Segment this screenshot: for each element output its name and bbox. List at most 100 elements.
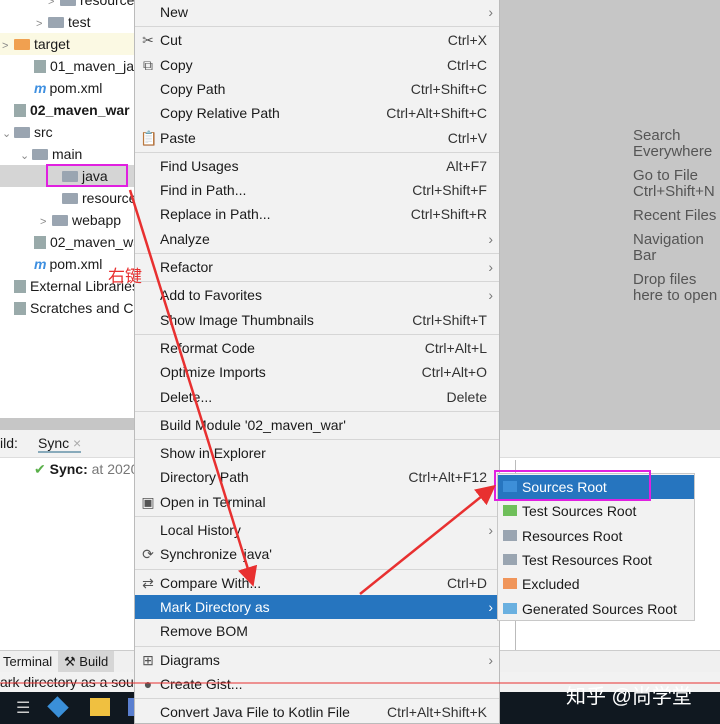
tree-item[interactable]: External Libraries bbox=[0, 275, 134, 297]
folder-icon bbox=[14, 127, 30, 138]
menu-item[interactable]: Add to Favorites › bbox=[135, 283, 499, 307]
menu-item-label: Remove BOM bbox=[160, 623, 248, 640]
menu-item-label: Delete... bbox=[160, 388, 213, 405]
tree-item[interactable]: 02_maven_war.iml bbox=[0, 231, 134, 253]
menu-item[interactable]: ⟳ Synchronize 'java' bbox=[135, 542, 499, 566]
menu-item-label: Cut bbox=[160, 32, 182, 49]
menu-separator bbox=[135, 26, 499, 28]
menu-item[interactable]: Local History › bbox=[135, 518, 499, 542]
tree-item[interactable]: resource bbox=[0, 187, 134, 209]
menu-item-shortcut: Ctrl+Alt+Shift+K bbox=[387, 704, 487, 721]
tree-item-label: resource bbox=[82, 190, 134, 206]
menu-item[interactable]: Show in Explorer bbox=[135, 441, 499, 465]
menu-item[interactable]: Remove BOM bbox=[135, 619, 499, 643]
tree-item[interactable]: ⌄ src bbox=[0, 121, 134, 143]
tree-item[interactable]: m pom.xml bbox=[0, 253, 134, 275]
excluded-folder-icon bbox=[14, 39, 30, 50]
build-tab-label: Build bbox=[79, 654, 109, 669]
project-tree: >resource>test>target01_maven_jar.imlmpo… bbox=[0, 0, 134, 418]
tree-item-label: pom.xml bbox=[49, 256, 103, 272]
app-icon[interactable] bbox=[47, 696, 69, 718]
tree-item[interactable]: 02_maven_war D bbox=[0, 99, 134, 121]
terminal-tab[interactable]: Terminal bbox=[3, 654, 52, 669]
build-tab[interactable]: ⚒ Build bbox=[58, 651, 115, 672]
submenu-item[interactable]: Excluded bbox=[498, 572, 694, 596]
editor-hints: Search Everywhere Go to File Ctrl+Shift+N… bbox=[633, 128, 720, 304]
expand-arrow-icon[interactable]: > bbox=[36, 13, 48, 35]
menu-item-label: Copy Relative Path bbox=[160, 105, 280, 122]
menu-item-shortcut: Alt+F7 bbox=[446, 157, 487, 174]
menu-item[interactable]: ⧉ Copy Ctrl+C bbox=[135, 53, 499, 77]
context-menu: New › ✂ Cut Ctrl+X ⧉ Copy Ctrl+C Copy Path Ctrl+S… bbox=[134, 0, 500, 724]
menu-item[interactable]: Delete... Delete bbox=[135, 385, 499, 409]
menu-item-label: Build Module '02_maven_war' bbox=[160, 416, 346, 433]
tab-sync-label: Sync bbox=[38, 435, 70, 451]
submenu-item[interactable]: Test Resources Root bbox=[498, 548, 694, 572]
menu-item-label: Analyze bbox=[160, 230, 210, 247]
menu-item[interactable]: Copy Relative Path Ctrl+Alt+Shift+C bbox=[135, 101, 499, 125]
submenu-item[interactable]: Test Sources Root bbox=[498, 499, 694, 523]
folder-icon bbox=[32, 149, 48, 160]
tree-item[interactable]: ⌄ main bbox=[0, 143, 134, 165]
tab-sync[interactable]: Sync × bbox=[38, 435, 82, 453]
menu-item[interactable]: Convert Java File to Kotlin File Ctrl+Alt… bbox=[135, 700, 499, 724]
tree-item[interactable]: m pom.xml bbox=[0, 77, 134, 99]
submenu-item[interactable]: Generated Sources Root bbox=[498, 597, 694, 621]
menu-item-shortcut: Ctrl+Shift+T bbox=[412, 311, 487, 328]
menu-separator bbox=[135, 698, 499, 700]
menu-item[interactable]: Analyze › bbox=[135, 227, 499, 251]
menu-item[interactable]: Refactor › bbox=[135, 255, 499, 279]
task-view-icon[interactable]: ☰ bbox=[16, 698, 30, 718]
menu-separator bbox=[135, 439, 499, 441]
menu-item[interactable]: ● Create Gist... bbox=[135, 672, 499, 696]
menu-item[interactable]: Find Usages Alt+F7 bbox=[135, 154, 499, 178]
menu-item-label: Local History bbox=[160, 522, 241, 538]
expand-arrow-icon[interactable]: ⌄ bbox=[2, 123, 14, 145]
close-icon[interactable]: × bbox=[73, 435, 81, 451]
tree-item-label: External Libraries bbox=[30, 278, 134, 294]
menu-item-label: Show in Explorer bbox=[160, 445, 266, 462]
menu-item[interactable]: Show Image Thumbnails Ctrl+Shift+T bbox=[135, 308, 499, 332]
tree-item[interactable]: Scratches and Consoles bbox=[0, 297, 134, 319]
folder-icon bbox=[503, 529, 517, 541]
menu-item-icon: ✂ bbox=[142, 32, 154, 49]
submenu-item-label: Excluded bbox=[522, 576, 580, 593]
expand-arrow-icon[interactable]: ⌄ bbox=[20, 145, 32, 167]
menu-item[interactable]: ▣ Open in Terminal bbox=[135, 490, 499, 514]
web-folder-icon bbox=[52, 215, 68, 226]
expand-arrow-icon[interactable]: > bbox=[40, 211, 52, 233]
menu-item[interactable]: Mark Directory as › bbox=[135, 594, 499, 619]
resources-folder-icon bbox=[60, 0, 76, 6]
highlight-box-java bbox=[46, 164, 128, 187]
chevron-right-icon: › bbox=[488, 4, 493, 20]
menu-item[interactable]: Find in Path... Ctrl+Shift+F bbox=[135, 178, 499, 202]
sync-status[interactable]: ✔ Sync: at 2020 bbox=[34, 461, 138, 478]
menu-item[interactable]: Optimize Imports Ctrl+Alt+O bbox=[135, 360, 499, 384]
file-explorer-icon[interactable] bbox=[90, 698, 110, 716]
menu-item[interactable]: ✂ Cut Ctrl+X bbox=[135, 28, 499, 52]
menu-item[interactable]: Replace in Path... Ctrl+Shift+R bbox=[135, 202, 499, 226]
menu-item[interactable]: Reformat Code Ctrl+Alt+L bbox=[135, 336, 499, 360]
tree-item[interactable]: > target bbox=[0, 33, 134, 55]
tree-item[interactable]: > resource bbox=[0, 0, 134, 11]
menu-item[interactable]: Directory Path Ctrl+Alt+F12 bbox=[135, 465, 499, 489]
menu-item[interactable]: ⇄ Compare With... Ctrl+D bbox=[135, 571, 499, 595]
libraries-icon bbox=[14, 280, 26, 293]
menu-item-shortcut: Ctrl+Alt+Shift+C bbox=[386, 105, 487, 122]
menu-item[interactable]: Build Module '02_maven_war' bbox=[135, 413, 499, 437]
sync-label: Sync: bbox=[49, 461, 88, 477]
tree-item[interactable]: > test bbox=[0, 11, 134, 33]
menu-separator bbox=[135, 568, 499, 570]
menu-item[interactable]: New › bbox=[135, 0, 499, 24]
menu-item[interactable]: Copy Path Ctrl+Shift+C bbox=[135, 77, 499, 101]
menu-item-icon: ▣ bbox=[141, 493, 155, 510]
menu-item[interactable]: 📋 Paste Ctrl+V bbox=[135, 126, 499, 150]
tree-item[interactable]: 01_maven_jar.iml bbox=[0, 55, 134, 77]
menu-item[interactable]: ⊞ Diagrams › bbox=[135, 648, 499, 672]
folder-icon bbox=[503, 505, 517, 517]
submenu-item[interactable]: Resources Root bbox=[498, 524, 694, 548]
folder-icon bbox=[48, 17, 64, 28]
tree-item[interactable]: > webapp bbox=[0, 209, 134, 231]
expand-arrow-icon[interactable]: > bbox=[2, 35, 14, 57]
menu-item-label: Reformat Code bbox=[160, 339, 255, 356]
